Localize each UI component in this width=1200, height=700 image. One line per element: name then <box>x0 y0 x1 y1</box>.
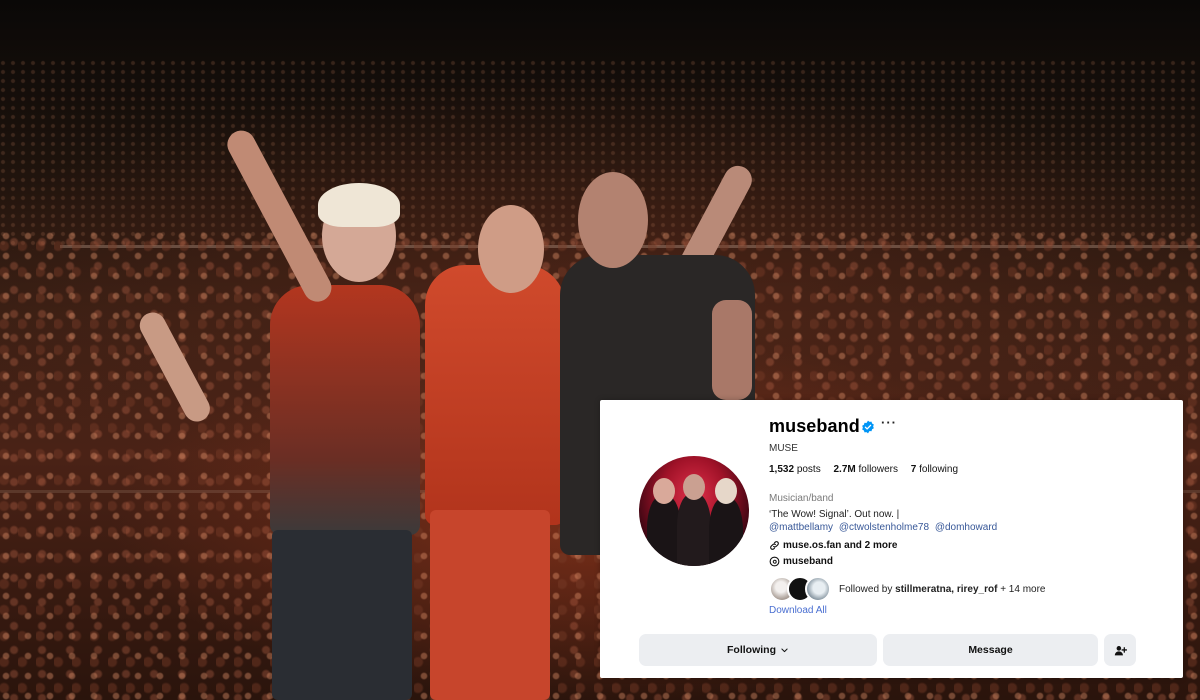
threads-handle: museband <box>783 556 834 568</box>
posts-count: 1,532 <box>769 464 795 475</box>
mention-link[interactable]: @mattbellamy <box>769 522 833 533</box>
profile-avatar[interactable] <box>639 456 749 566</box>
posts-stat: 1,532 posts <box>769 464 821 475</box>
profile-link-text: muse.os.fan and 2 more <box>783 540 898 552</box>
profile-card: museband ··· MUSE 1,532 posts 2.7M follo… <box>600 400 1183 678</box>
following-count: 7 <box>910 464 917 475</box>
link-icon <box>770 541 779 550</box>
posts-label: posts <box>796 464 821 475</box>
profile-username: museband <box>769 416 860 436</box>
follower-avatar <box>805 576 831 602</box>
verified-badge-icon <box>862 420 874 434</box>
chevron-down-icon <box>781 648 788 652</box>
add-user-icon <box>1114 645 1127 655</box>
followers-label: followers <box>858 464 898 475</box>
following-button-label: Following <box>727 644 776 656</box>
followed-by-suffix: + 14 more <box>1000 584 1046 595</box>
download-all-link[interactable]: Download All <box>769 605 827 616</box>
mention-link[interactable]: @ctwolstenholme78 <box>839 522 929 533</box>
more-options-button[interactable]: ··· <box>881 415 897 430</box>
message-button-label: Message <box>968 644 1013 656</box>
followed-by-text: Followed by stillmeratna, rirey_rof + 14… <box>839 584 1046 595</box>
mention-link[interactable]: @domhoward <box>935 522 997 533</box>
profile-category: Musician/band <box>769 493 834 504</box>
threads-link[interactable]: museband <box>769 556 833 567</box>
followers-count: 2.7M <box>833 464 856 475</box>
followers-stat[interactable]: 2.7M followers <box>834 464 898 475</box>
following-button[interactable]: Following <box>639 634 877 666</box>
profile-stats: 1,532 posts 2.7M followers 7 following <box>769 464 968 475</box>
following-label: following <box>919 464 959 475</box>
following-stat[interactable]: 7 following <box>911 464 958 475</box>
followed-by-names: stillmeratna, rirey_rof <box>895 584 998 595</box>
profile-bio: ‘The Wow! Signal’. Out now. | <box>769 509 900 520</box>
profile-full-name: MUSE <box>769 443 798 454</box>
followed-by-prefix: Followed by <box>839 584 893 595</box>
threads-icon <box>769 556 780 567</box>
message-button[interactable]: Message <box>883 634 1098 666</box>
profile-link[interactable]: muse.os.fan and 2 more <box>769 540 897 551</box>
add-user-button[interactable] <box>1104 634 1136 666</box>
profile-mentions: @mattbellamy @ctwolstenholme78 @domhowar… <box>769 522 1000 533</box>
